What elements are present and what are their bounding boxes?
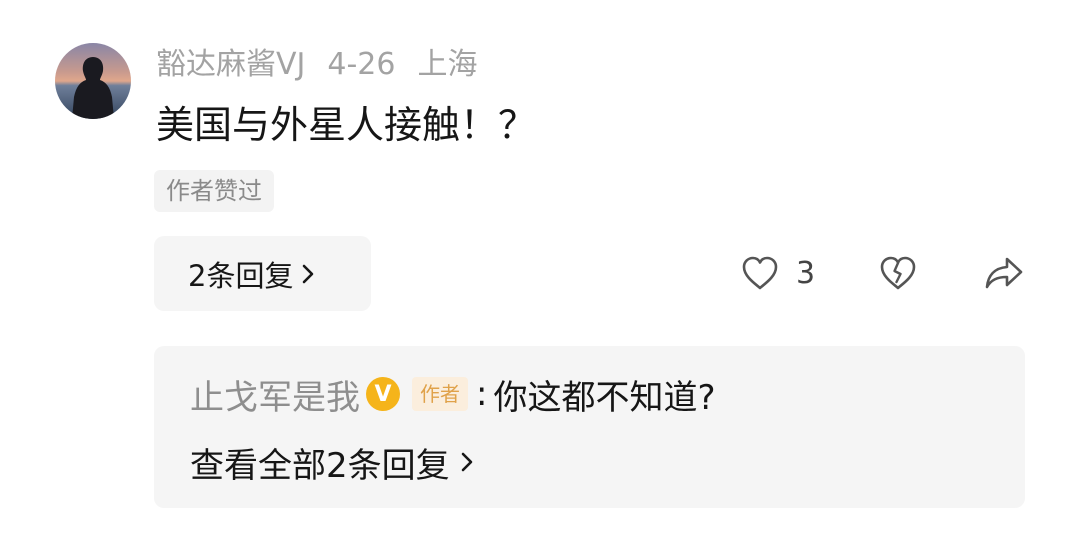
- share-arrow-icon: [985, 257, 1023, 289]
- like-button[interactable]: 3: [740, 250, 815, 296]
- reply-username[interactable]: 止戈军是我: [190, 370, 360, 419]
- username[interactable]: 豁达麻酱VJ: [156, 44, 305, 86]
- avatar[interactable]: [55, 43, 131, 119]
- comment-item: 豁达麻酱VJ 4-26 上海 美国与外星人接触！？ 作者赞过 2条回复 3 止戈军是…: [0, 0, 1080, 549]
- verified-badge-icon: V: [366, 377, 400, 411]
- dislike-button[interactable]: [878, 250, 918, 296]
- share-button[interactable]: [983, 250, 1025, 296]
- comment-location: 上海: [417, 47, 478, 82]
- reply-separator: :: [476, 374, 488, 414]
- author-tag: 作者: [412, 377, 468, 411]
- liked-by-author-tag: 作者赞过: [154, 170, 274, 212]
- comment-date: 4-26: [327, 47, 396, 82]
- reply-preview-panel[interactable]: 止戈军是我 V 作者 : 你这都不知道? 查看全部2条回复: [154, 346, 1025, 508]
- broken-heart-icon: [880, 256, 916, 290]
- like-count: 3: [796, 255, 816, 291]
- chevron-right-icon: [461, 452, 472, 472]
- comment-text[interactable]: 美国与外星人接触！？: [156, 100, 536, 150]
- heart-icon: [742, 256, 778, 290]
- replies-button-label: 2条回复: [188, 258, 294, 293]
- view-all-replies-label: 查看全部2条回复: [190, 445, 450, 486]
- person-silhouette-icon: [72, 57, 114, 119]
- view-all-replies-link[interactable]: 查看全部2条回复: [190, 440, 474, 486]
- chevron-right-icon: [303, 264, 314, 283]
- reply-text: 你这都不知道?: [493, 377, 716, 418]
- comment-meta: 豁达麻酱VJ 4-26 上海: [156, 44, 477, 86]
- replies-button[interactable]: 2条回复: [154, 236, 371, 311]
- reply-preview-line: 止戈军是我 V 作者 : 你这都不知道?: [190, 370, 716, 419]
